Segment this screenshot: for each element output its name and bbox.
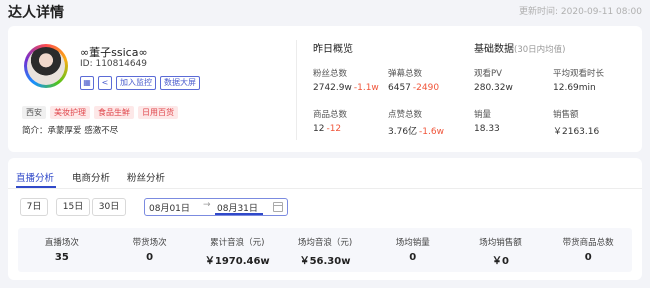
date-end-indicator [215,213,263,215]
page-header: 达人详情 更新时间: 2020-09-11 08:00 [0,0,650,24]
date-start[interactable]: 08月01日 [149,201,190,214]
metric-label: 直播场次 [44,238,79,248]
metric-avg-gifts: 场均音浪（元) ￥56.30w [281,228,369,272]
stat-value-danmaku: 6457 -2490 [388,83,439,93]
metric-label: 场均销售额 [479,238,522,248]
add-monitor-button[interactable]: 加入监控 [116,76,156,90]
page-title: 达人详情 [8,5,64,21]
range-7-days-button[interactable]: 7日 [20,198,48,216]
metric-avg-revenue: 场均销售额 ￥0 [457,228,545,272]
stat-label-products: 商品总数 [313,110,348,120]
metric-value: 0 [584,252,592,263]
update-time-label: 更新时间: [518,7,559,17]
stat-label-avg-watch: 平均观看时长 [553,69,605,79]
basic-data-title: 基础数据(30日内均值) [474,40,565,55]
tag-category: 美妆护理 [50,106,90,119]
stat-value-products: 12 -12 [313,124,341,134]
stat-value-sales: 18.33 [474,124,500,134]
metric-live-count: 直播场次 35 [18,228,106,272]
stat-label-likes: 点赞总数 [388,110,423,120]
tag-list: 西安 美妆护理 食品生鲜 日用百货 [22,106,178,119]
update-time-value: 2020-09-11 08:00 [560,7,642,17]
profile-intro: 简介：承蒙厚爱 感激不尽 [22,126,119,136]
update-time: 更新时间: 2020-09-11 08:00 [519,4,642,17]
stat-number: 3.76亿 [388,127,418,137]
stat-label-danmaku: 弹幕总数 [388,69,423,79]
tab-fans-analysis[interactable]: 粉丝分析 [127,170,165,184]
metric-value: ￥0 [491,256,509,267]
divider [296,40,297,140]
data-screen-button[interactable]: 数据大屏 [160,76,200,90]
tag-category: 日用百货 [138,106,178,119]
stat-delta: -1.1w [353,83,379,93]
stat-label-sales: 销量 [474,110,492,120]
metric-avg-sales: 场均销量 0 [369,228,457,272]
metric-label: 带货场次 [132,238,167,248]
metric-value: 0 [146,252,154,263]
stat-delta: -12 [326,124,342,134]
analysis-card: 直播分析 电商分析 粉丝分析 7日 15日 30日 08月01日 → 08月31… [8,158,642,280]
avatar-photo [27,47,65,85]
avatar [24,44,68,88]
profile-actions: ▦ < 加入监控 数据大屏 [80,76,200,90]
metric-value: 35 [54,252,69,263]
tab-divider [8,188,642,189]
metric-value: ￥1970.46w [204,256,270,267]
tab-live-analysis[interactable]: 直播分析 [16,170,54,184]
stat-label-revenue: 销售额 [553,110,579,120]
calendar-icon[interactable] [273,202,283,212]
metric-label: 累计音浪（元) [210,238,265,248]
stat-label-pv: 观看PV [474,69,502,79]
metric-total-gifts: 累计音浪（元) ￥1970.46w [193,228,281,272]
stat-delta: -1.6w [419,127,444,137]
metric-label: 场均音浪（元) [297,238,353,248]
stat-delta: -2490 [412,83,440,93]
tab-ecommerce-analysis[interactable]: 电商分析 [72,170,110,184]
stat-value-revenue: ￥2163.16 [553,127,600,137]
stat-value-avg-watch: 12.69min [553,83,596,93]
yesterday-overview-title: 昨日概览 [313,44,353,55]
stat-value-pv: 280.32w [474,83,513,93]
stat-number: 12 [313,124,325,134]
range-15-days-button[interactable]: 15日 [56,198,90,216]
metric-value: 0 [409,252,417,263]
live-metrics: 直播场次 35 带货场次 0 累计音浪（元) ￥1970.46w 场均音浪（元)… [18,228,632,272]
stat-number: 6457 [388,83,411,93]
metric-value: ￥56.30w [299,256,351,267]
metric-selling-sessions: 带货场次 0 [106,228,194,272]
date-range-picker[interactable]: 08月01日 → 08月31日 [144,198,288,216]
stat-label-fans: 粉丝总数 [313,69,348,79]
grid-icon[interactable]: ▦ [80,76,94,90]
nickname: ∞董子ssica∞ [80,46,148,59]
profile-card: ∞董子ssica∞ ID: 110814649 ▦ < 加入监控 数据大屏 西安… [8,26,642,152]
basic-data-subtitle: (30日内均值) [514,45,566,55]
metric-label: 带货商品总数 [562,238,614,248]
stat-number: 2742.9w [313,83,352,93]
tag-location: 西安 [22,106,46,119]
metric-label: 场均销量 [395,238,430,248]
range-30-days-button[interactable]: 30日 [92,198,126,216]
arrow-right-icon: → [203,200,211,210]
stat-value-fans: 2742.9w -1.1w [313,83,379,93]
share-icon[interactable]: < [98,76,112,90]
user-id: ID: 110814649 [80,59,148,69]
metric-total-products: 带货商品总数 0 [544,228,632,272]
stat-value-likes: 3.76亿 -1.6w [388,124,444,137]
basic-data-title-text: 基础数据 [474,44,514,55]
tag-category: 食品生鲜 [94,106,134,119]
